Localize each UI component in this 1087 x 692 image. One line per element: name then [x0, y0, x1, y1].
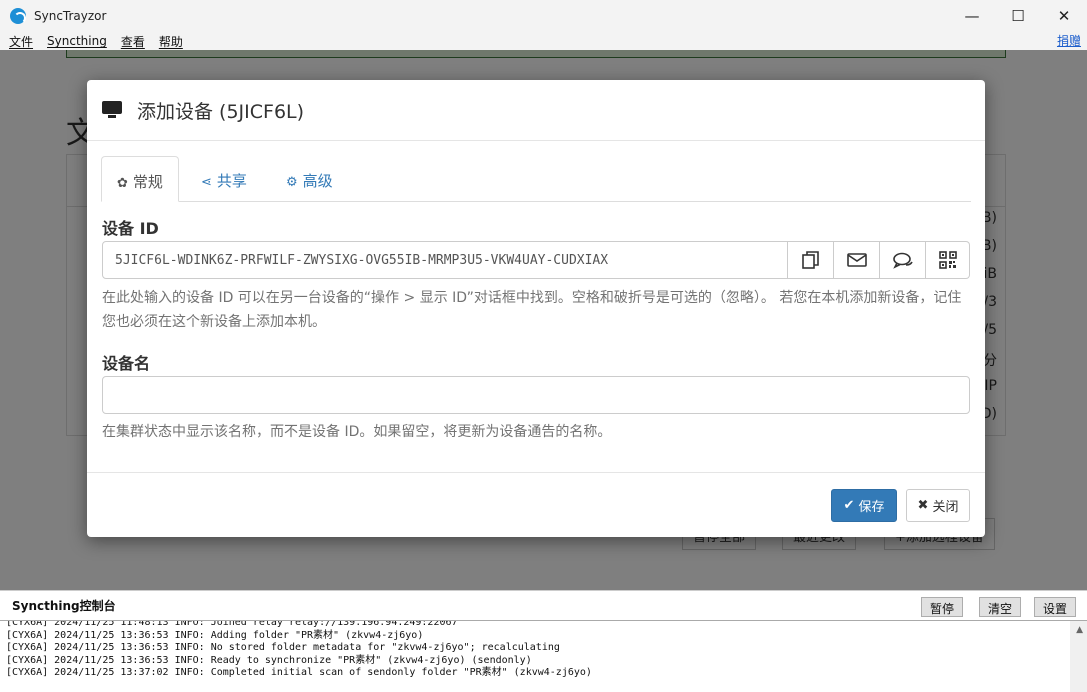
menu-file[interactable]: 文件 [9, 33, 33, 50]
log-line: [CYX6A] 2024/11/25 13:36:53 INFO: Ready … [6, 654, 532, 666]
dialog-tabs: ✿ 常规 ⋖ 共享 ⚙ 高级 [101, 156, 971, 202]
close-window-button[interactable]: ✕ [1041, 0, 1087, 32]
tab-general[interactable]: ✿ 常规 [101, 156, 179, 202]
tab-sharing[interactable]: ⋖ 共享 [186, 156, 262, 202]
menu-help[interactable]: 帮助 [159, 33, 183, 50]
log-line: [CYX6A] 2024/11/25 13:36:53 INFO: No sto… [6, 642, 560, 653]
cogs-icon: ⚙ [286, 175, 298, 190]
console-title: Syncthing控制台 [12, 599, 116, 613]
email-id-button[interactable] [834, 241, 880, 279]
dialog-title: 添加设备 (5JICF6L) [137, 100, 305, 123]
window-titlebar: SyncTrayzor — ☐ ✕ [0, 0, 1087, 32]
envelope-icon [846, 253, 867, 267]
device-id-group: 5JICF6L-WDINK6Z-PRFWILF-ZWYSIXG-OVG55IB-… [102, 241, 970, 279]
menu-view[interactable]: 查看 [121, 33, 145, 50]
tab-label: 共享 [216, 172, 247, 190]
maximize-button[interactable]: ☐ [995, 0, 1041, 32]
desktop-icon [102, 101, 122, 119]
scroll-up-icon[interactable]: ▲ [1076, 625, 1083, 635]
minimize-button[interactable]: — [949, 0, 995, 32]
console-log[interactable]: [CYX6A] 2024/11/25 11:48:13 INFO: Joined… [0, 620, 1087, 692]
copy-icon [801, 251, 819, 269]
qrcode-icon [938, 251, 957, 269]
tab-advanced[interactable]: ⚙ 高级 [271, 156, 348, 202]
share-icon: ⋖ [201, 175, 212, 190]
device-name-input[interactable] [102, 376, 970, 414]
close-button[interactable]: ✖ 关闭 [906, 489, 970, 522]
menu-bar: 文件 Syncthing 查看 帮助 捐赠 [0, 32, 1087, 50]
tab-label: 高级 [302, 172, 333, 190]
copy-id-button[interactable] [788, 241, 834, 279]
log-line: [CYX6A] 2024/11/25 11:48:13 INFO: Joined… [6, 620, 458, 628]
log-line: [CYX6A] 2024/11/25 13:37:02 INFO: Comple… [6, 667, 592, 678]
close-icon: ✖ [917, 498, 929, 513]
log-line: [CYX6A] 2024/11/25 13:36:53 INFO: Adding… [6, 629, 424, 641]
window-title: SyncTrayzor [34, 9, 107, 23]
window-controls: — ☐ ✕ [949, 0, 1087, 32]
save-button[interactable]: ✔ 保存 [831, 489, 897, 522]
gear-icon: ✿ [117, 176, 128, 191]
device-name-help: 在集群状态中显示该名称，而不是设备 ID。如果留空，将更新为设备通告的名称。 [102, 424, 612, 440]
console-clear-button[interactable]: 清空 [979, 597, 1022, 617]
dialog-header: 添加设备 (5JICF6L) [87, 80, 985, 141]
check-icon: ✔ [843, 498, 855, 513]
add-device-dialog: 添加设备 (5JICF6L) ✿ 常规 ⋖ 共享 ⚙ 高级 设备 ID 5JICF6L… [87, 80, 985, 537]
console-settings-button[interactable]: 设置 [1034, 597, 1077, 617]
tab-label: 常规 [132, 173, 163, 191]
close-label: 关闭 [932, 500, 959, 515]
share-id-button[interactable] [880, 241, 926, 279]
save-label: 保存 [858, 500, 885, 515]
synctrayzor-logo-icon [10, 8, 26, 24]
device-id-help: 在此处输入的设备 ID 可以在另一台设备的“操作 > 显示 ID”对话框中找到。… [102, 290, 962, 330]
console-scrollbar[interactable]: ▲ [1070, 621, 1087, 692]
donate-link[interactable]: 捐赠 [1057, 32, 1081, 49]
device-id-label: 设备 ID [102, 219, 159, 238]
qr-code-button[interactable] [926, 241, 970, 279]
device-id-input[interactable]: 5JICF6L-WDINK6Z-PRFWILF-ZWYSIXG-OVG55IB-… [102, 241, 788, 279]
dialog-footer: ✔ 保存 ✖ 关闭 [87, 472, 985, 537]
console-pause-button[interactable]: 暂停 [921, 597, 964, 617]
device-name-label: 设备名 [102, 354, 151, 373]
console-toolbar: Syncthing控制台 暂停 清空 设置 [0, 590, 1087, 620]
comments-icon [892, 252, 913, 269]
menu-syncthing[interactable]: Syncthing [47, 34, 107, 48]
